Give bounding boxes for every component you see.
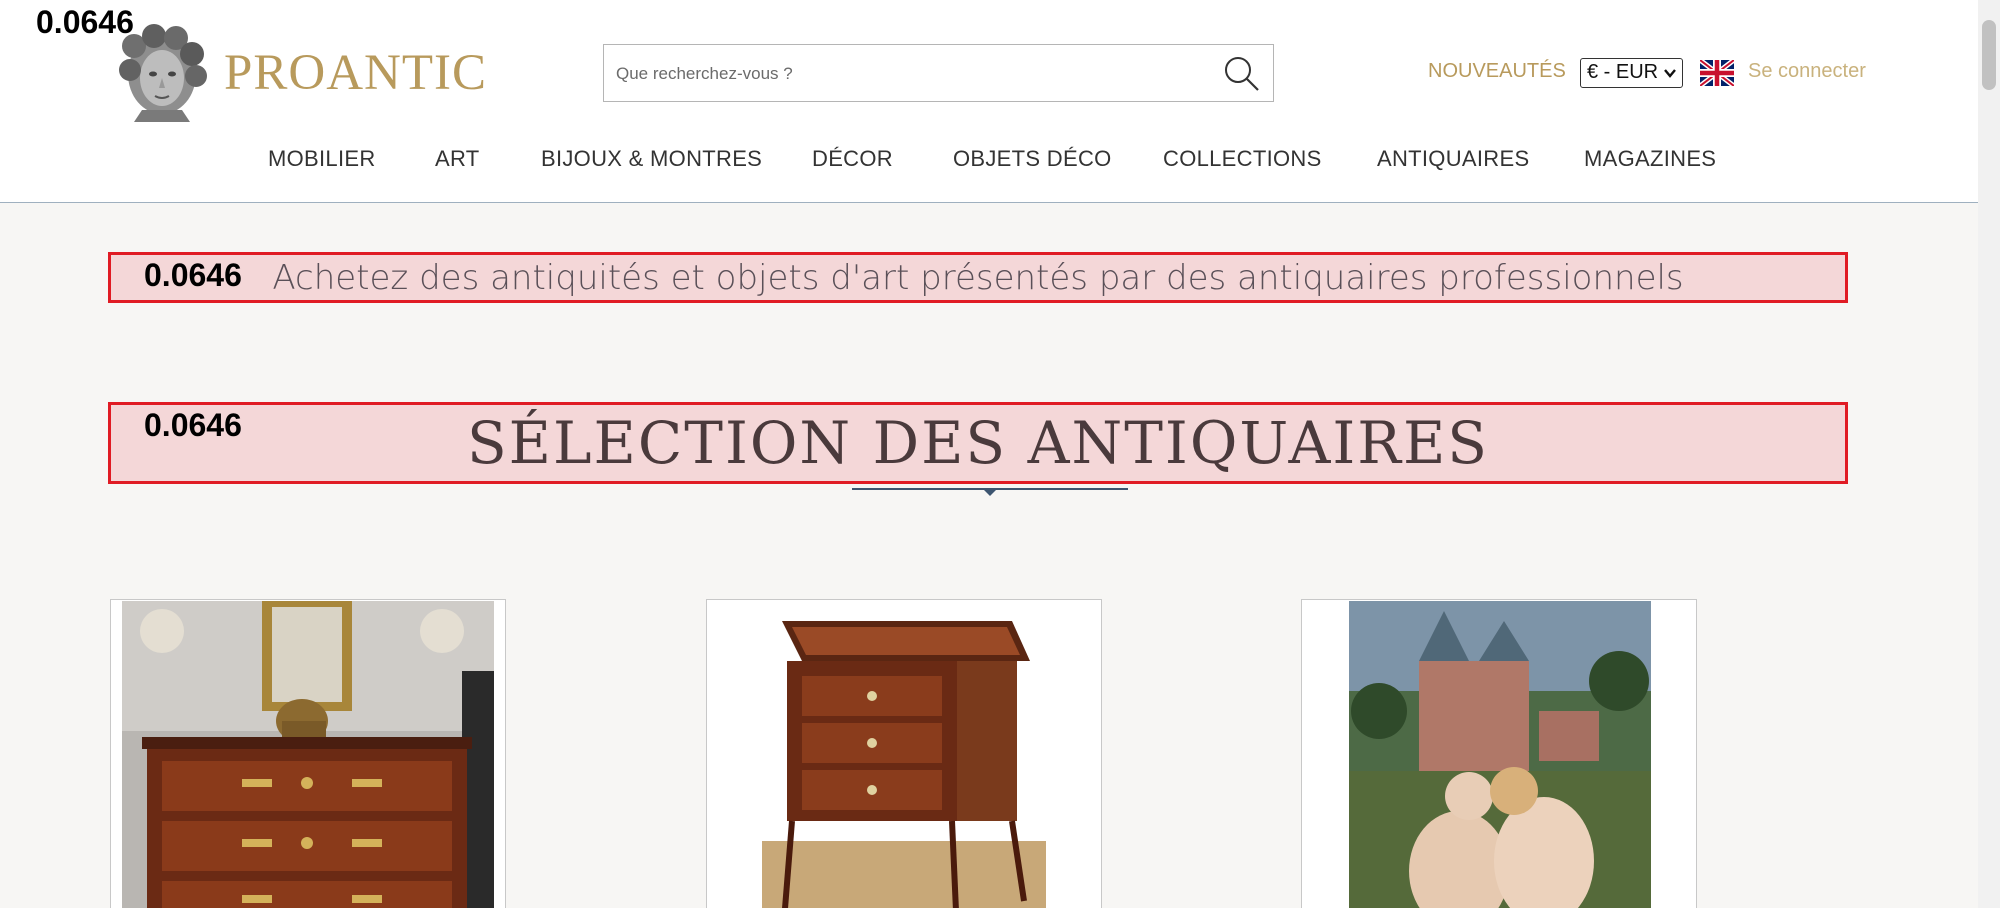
scrollbar[interactable]	[1978, 0, 2000, 908]
search-input[interactable]	[614, 45, 1198, 103]
nouveautes-link[interactable]: NOUVEAUTÉS	[1428, 60, 1566, 83]
product-card[interactable]	[706, 599, 1102, 908]
main-nav: MOBILIER ART BIJOUX & MONTRES DÉCOR OBJE…	[0, 146, 1978, 182]
nav-item-decor[interactable]: DÉCOR	[812, 146, 893, 172]
nav-item-art[interactable]: ART	[435, 146, 480, 172]
search-icon[interactable]	[1221, 53, 1261, 93]
brand-logo-text[interactable]: PROANTIC	[224, 44, 487, 102]
scrollbar-thumb[interactable]	[1982, 20, 1996, 90]
login-link[interactable]: Se connecter	[1748, 60, 1866, 83]
product-card[interactable]	[1301, 599, 1697, 908]
tagline-highlight-box: 0.0646 Achetez des antiquités et objets …	[108, 252, 1848, 303]
hero-tagline: Achetez des antiquités et objets d'art p…	[272, 258, 1684, 298]
nav-item-objets-deco[interactable]: OBJETS DÉCO	[953, 146, 1112, 172]
site-header: PROANTIC NOUVEAUTÉS € - EUR Se connecter…	[0, 0, 1978, 203]
nav-item-magazines[interactable]: MAGAZINES	[1584, 146, 1716, 172]
nav-item-collections[interactable]: COLLECTIONS	[1163, 146, 1322, 172]
currency-select[interactable]: € - EUR	[1580, 58, 1683, 88]
search-box	[603, 44, 1274, 103]
painting-image[interactable]	[1349, 601, 1651, 908]
nav-item-mobilier[interactable]: MOBILIER	[268, 146, 376, 172]
chevron-down-icon	[1664, 69, 1676, 78]
uk-flag-icon[interactable]	[1700, 60, 1734, 86]
nightstand-image[interactable]	[762, 601, 1046, 908]
divider-notch-icon	[983, 489, 997, 496]
section-title: SÉLECTION DES ANTIQUAIRES	[466, 409, 1490, 477]
nav-item-antiquaires[interactable]: ANTIQUAIRES	[1377, 146, 1529, 172]
currency-value: € - EUR	[1587, 61, 1659, 83]
nav-item-bijoux-montres[interactable]: BIJOUX & MONTRES	[541, 146, 762, 172]
page: PROANTIC NOUVEAUTÉS € - EUR Se connecter…	[0, 0, 2000, 908]
product-card[interactable]	[110, 599, 506, 908]
commode-image[interactable]	[122, 601, 494, 908]
section-highlight-box: 0.0646 SÉLECTION DES ANTIQUAIRES	[108, 402, 1848, 484]
score-label: 0.0646	[36, 4, 134, 40]
